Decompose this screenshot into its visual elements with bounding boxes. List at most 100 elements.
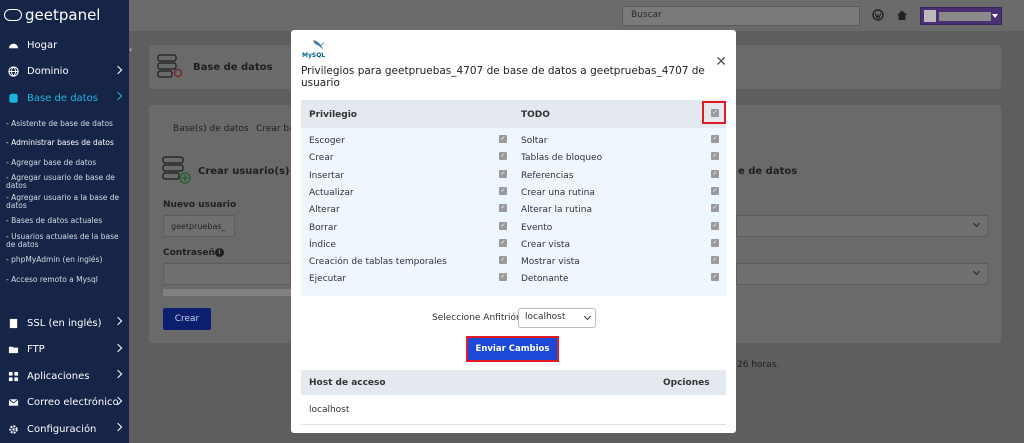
table-row: localhost [309, 405, 350, 415]
subitem-usuarios-actuales[interactable]: - Usuarios actuales de la base de datos [0, 231, 129, 251]
privilege-label: Actualizar [309, 187, 354, 198]
privilege-label: Tablas de bloqueo [521, 153, 603, 164]
new-user-prefix-field: geetpruebas_ [163, 215, 235, 237]
home-icon[interactable] [896, 9, 908, 21]
chevron-right-icon [113, 422, 123, 432]
sidebar-item-ftp[interactable]: FTP [0, 337, 129, 364]
subitem-phpmyadmin[interactable]: - phpMyAdmin (en inglés) [0, 251, 129, 271]
database-select[interactable] [736, 215, 988, 237]
privilege-label: Índice [309, 239, 337, 250]
sidebar-item-label: Aplicaciones [27, 370, 90, 382]
document-icon [9, 318, 18, 328]
privilege-checkbox[interactable]: ✓ [499, 135, 507, 143]
chevron-down-icon [972, 219, 981, 228]
submit-changes-button[interactable]: Enviar Cambios [468, 338, 557, 360]
subitem-bd-actuales[interactable]: - Bases de datos actuales [0, 212, 129, 232]
wordpress-icon[interactable] [872, 9, 884, 21]
sidebar-item-label: Base de datos [27, 92, 98, 104]
password-strength-bar [163, 289, 291, 296]
tab-bases[interactable]: Base(s) de datos [173, 124, 249, 134]
privilege-checkbox[interactable]: ✓ [499, 186, 507, 195]
privilege-label: Creación de tablas temporales [309, 257, 447, 268]
privilege-checkbox[interactable]: ✓ [499, 238, 507, 247]
new-user-prefix: geetpruebas_ [171, 222, 226, 231]
privilege-checkbox[interactable]: ✓ [711, 152, 719, 161]
sidebar-item-correo[interactable]: Correo electrónico [0, 390, 129, 417]
privileges-header: Privilegio TODO ✓ [301, 100, 726, 128]
host-select-value: localhost [525, 312, 566, 322]
row-divider [301, 424, 726, 425]
privilege-checkbox[interactable]: ✓ [499, 221, 507, 230]
sidebar-item-base-de-datos[interactable]: Base de datos [0, 85, 129, 112]
privilege-checkbox[interactable]: ✓ [499, 273, 507, 282]
privilege-checkbox[interactable]: ✓ [711, 186, 719, 195]
create-button[interactable]: Crear [163, 308, 211, 330]
page-title: Base de datos [193, 62, 273, 73]
tab-crear[interactable]: Crear ba [256, 124, 295, 134]
avatar [924, 10, 936, 22]
subitem-agregar-usuario-bd[interactable]: - Agregar usuario de base de datos [0, 173, 129, 193]
privilege-checkbox[interactable]: ✓ [711, 273, 719, 282]
top-bar [129, 0, 1024, 31]
header-privilege: Privilegio [309, 110, 357, 120]
chevron-right-icon [113, 316, 123, 326]
chevron-down-icon [583, 312, 592, 321]
sidebar-item-dominio[interactable]: Dominio [0, 59, 129, 86]
privilege-checkbox[interactable]: ✓ [711, 169, 719, 178]
privilege-checkbox[interactable]: ✓ [711, 256, 719, 265]
folder-icon [8, 347, 19, 354]
host-select[interactable]: localhost [518, 308, 596, 328]
privilege-label: Escoger [309, 136, 345, 146]
user-menu-button[interactable] [920, 7, 1002, 25]
privilege-label: Crear vista [521, 239, 570, 250]
chevron-down-icon [972, 267, 981, 276]
note-text: 26 horas. [737, 360, 780, 370]
search-input[interactable]: Buscar [622, 6, 860, 26]
host-select-bg[interactable] [736, 263, 988, 285]
mail-icon [8, 399, 19, 406]
password-label: Contraseña [163, 248, 221, 258]
chevron-right-icon [113, 369, 123, 379]
privilege-checkbox[interactable]: ✓ [711, 135, 719, 143]
database-add-icon [162, 156, 191, 184]
mysql-logo-icon: MySQL [302, 40, 325, 59]
chevron-right-icon [113, 343, 123, 352]
privilege-checkbox[interactable]: ✓ [711, 204, 719, 213]
chevron-right-icon [113, 65, 123, 74]
privilege-checkbox[interactable]: ✓ [499, 169, 507, 178]
subitem-administrar[interactable]: - Administrar bases de datos [0, 134, 129, 154]
sidebar-item-aplicaciones[interactable]: Aplicaciones [0, 363, 129, 390]
info-icon[interactable]: i [215, 248, 224, 257]
privilege-label: Alterar la rutina [521, 205, 593, 216]
sidebar-item-label: FTP [27, 344, 45, 356]
sidebar-item-label: Dominio [27, 66, 69, 78]
globe-icon [8, 66, 19, 77]
gear-icon [9, 425, 18, 434]
privilege-label: Evento [521, 222, 553, 233]
privilege-checkbox[interactable]: ✓ [499, 152, 507, 161]
sidebar-item-ssl[interactable]: SSL (en inglés) [0, 310, 129, 337]
close-icon[interactable]: ✕ [715, 54, 727, 70]
privilege-checkbox[interactable]: ✓ [711, 238, 719, 247]
password-input[interactable] [163, 263, 291, 285]
header-all: TODO [521, 110, 550, 120]
subitem-acceso-remoto[interactable]: - Acceso remoto a Mysql [0, 270, 129, 290]
sidebar-item-hogar[interactable]: Hogar [0, 32, 129, 59]
privilege-label: Ejecutar [309, 274, 347, 285]
sidebar-item-configuracion[interactable]: Configuración [0, 416, 129, 443]
sidebar-collapse-icon[interactable]: ‹ [129, 45, 136, 57]
privilege-checkbox[interactable]: ✓ [499, 256, 507, 265]
privilege-checkbox[interactable]: ✓ [499, 204, 507, 213]
privilege-checkbox[interactable]: ✓ [711, 221, 719, 230]
database-icon [9, 93, 18, 103]
sidebar: geetpanel Hogar Dominio Base de datos - … [0, 0, 129, 443]
privilege-label: Referencias [521, 170, 574, 181]
dashboard-icon [8, 43, 19, 48]
app-logo[interactable]: geetpanel [0, 0, 129, 30]
sidebar-item-label: Configuración [27, 423, 97, 435]
privilege-label: Mostrar vista [521, 257, 580, 268]
subitem-agregar-usuario-a-bd[interactable]: - Agregar usuario a la base de datos [0, 192, 129, 212]
subitem-asistente[interactable]: - Asistente de base de datos [0, 114, 129, 134]
privilege-label: Insertar [309, 170, 345, 181]
subitem-agregar-bd[interactable]: - Agregar base de datos [0, 153, 129, 173]
